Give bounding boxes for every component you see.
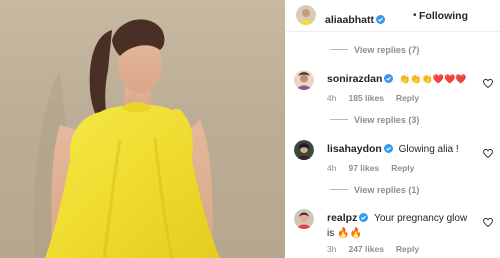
comment-username[interactable]: lisahaydon [327, 143, 382, 155]
view-replies-label: View replies (3) [354, 115, 420, 125]
comment-likes[interactable]: 185 likes [348, 93, 383, 103]
comment-time[interactable]: 4h [327, 93, 336, 103]
comment-meta: 4h 185 likes Reply [327, 93, 431, 103]
commenter-avatar[interactable] [294, 209, 314, 229]
comment-username[interactable]: realpz [327, 212, 357, 224]
replies-dash [330, 119, 348, 120]
following-button[interactable]: Following [419, 10, 468, 22]
author-avatar[interactable] [296, 5, 316, 25]
reply-button[interactable]: Reply [391, 163, 414, 173]
comment-likes[interactable]: 97 likes [348, 163, 379, 173]
view-replies-label: View replies (7) [354, 45, 420, 55]
post-photo[interactable] [0, 0, 285, 258]
header-separator: • [413, 10, 417, 21]
comment-text: sonirazdan 👏👏👏❤️❤️❤️ [327, 72, 477, 88]
comment-meta: 4h 97 likes Reply [327, 163, 426, 173]
commenter-avatar[interactable] [294, 70, 314, 90]
reply-button[interactable]: Reply [396, 244, 419, 254]
reply-button[interactable]: Reply [396, 93, 419, 103]
comment-likes[interactable]: 247 likes [348, 244, 383, 254]
comment-body: 👏👏👏❤️❤️❤️ [399, 74, 467, 84]
replies-dash [330, 49, 348, 50]
verified-badge-icon [376, 11, 386, 29]
verified-badge-icon [383, 144, 393, 158]
comment-username[interactable]: sonirazdan [327, 73, 382, 85]
heart-outline-icon[interactable] [483, 214, 493, 232]
verified-badge-icon [384, 74, 394, 88]
woman-yellow-dress-image [33, 19, 220, 258]
author-username-row: aliaabhatt [325, 10, 386, 29]
verified-badge-icon [359, 213, 369, 227]
view-replies-button[interactable]: View replies (3) [330, 115, 419, 125]
post-header: aliaabhatt • Following [285, 0, 500, 32]
comment-text: realpz Your pregnancy glow is 🔥🔥 [327, 211, 477, 241]
view-replies-label: View replies (1) [354, 185, 420, 195]
comment-time[interactable]: 4h [327, 163, 336, 173]
heart-outline-icon[interactable] [483, 75, 493, 93]
comment-time[interactable]: 3h [327, 244, 336, 254]
author-username[interactable]: aliaabhatt [325, 14, 374, 26]
heart-outline-icon[interactable] [483, 145, 493, 163]
comments-panel: aliaabhatt • Following View replies (7) … [285, 0, 500, 258]
comment-body: Glowing alia ! [398, 144, 459, 155]
view-replies-button[interactable]: View replies (7) [330, 45, 419, 55]
comment-meta: 3h 247 likes Reply [327, 244, 431, 254]
commenter-avatar[interactable] [294, 140, 314, 160]
view-replies-button[interactable]: View replies (1) [330, 185, 419, 195]
replies-dash [330, 189, 348, 190]
comment-text: lisahaydon Glowing alia ! [327, 142, 477, 158]
